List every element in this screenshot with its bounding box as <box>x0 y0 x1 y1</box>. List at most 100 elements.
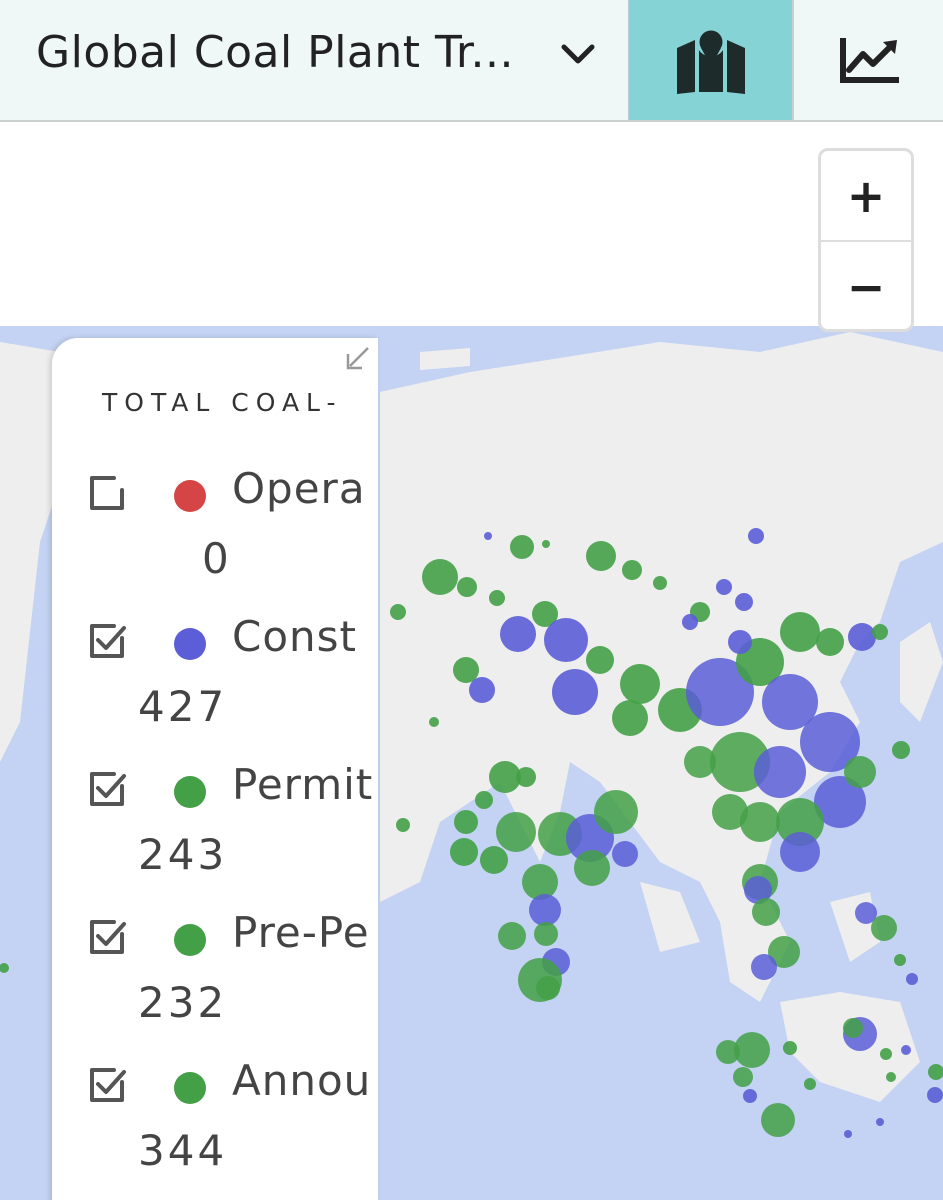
tab-trends[interactable] <box>792 0 943 120</box>
plant-marker[interactable] <box>534 922 558 946</box>
plant-marker[interactable] <box>816 628 844 656</box>
plant-marker[interactable] <box>886 1072 896 1082</box>
plant-marker[interactable] <box>480 846 508 874</box>
legend-count: 243 <box>138 830 228 879</box>
checkbox-checked-icon[interactable] <box>88 918 128 958</box>
plant-marker[interactable] <box>844 1130 852 1138</box>
plant-marker[interactable] <box>876 1118 884 1126</box>
plant-marker[interactable] <box>804 1078 816 1090</box>
zoom-out-button[interactable]: − <box>821 242 911 331</box>
plant-marker[interactable] <box>780 612 820 652</box>
plant-marker[interactable] <box>469 677 495 703</box>
checkbox-unchecked-icon[interactable] <box>88 474 128 514</box>
plant-marker[interactable] <box>586 541 616 571</box>
plant-marker[interactable] <box>743 1089 757 1103</box>
legend-panel: TOTAL COAL- Opera 0 Const 427 Permit 243… <box>52 338 378 1200</box>
map-pin-icon <box>677 27 745 94</box>
plant-marker[interactable] <box>716 579 732 595</box>
plant-marker[interactable] <box>612 841 638 867</box>
plant-marker[interactable] <box>496 812 536 852</box>
plant-marker[interactable] <box>529 894 561 926</box>
plant-marker[interactable] <box>620 664 660 704</box>
legend-count: 427 <box>138 682 228 731</box>
plant-marker[interactable] <box>475 791 493 809</box>
status-dot <box>174 924 206 956</box>
plant-marker[interactable] <box>612 700 648 736</box>
status-dot <box>174 776 206 808</box>
plant-marker[interactable] <box>422 559 458 595</box>
plant-marker[interactable] <box>682 614 698 630</box>
checkbox-checked-icon[interactable] <box>88 770 128 810</box>
plant-marker[interactable] <box>748 528 764 544</box>
legend-item-operating[interactable]: Opera 0 <box>52 464 378 622</box>
plant-marker[interactable] <box>586 646 614 674</box>
plant-marker[interactable] <box>844 756 876 788</box>
plant-marker[interactable] <box>733 1067 753 1087</box>
legend-label: Permit <box>232 760 374 809</box>
plant-marker[interactable] <box>594 790 638 834</box>
status-dot <box>174 1072 206 1104</box>
plant-marker[interactable] <box>450 838 478 866</box>
legend-item-construction[interactable]: Const 427 <box>52 612 378 770</box>
plant-marker[interactable] <box>454 810 478 834</box>
checkbox-checked-icon[interactable] <box>88 1066 128 1106</box>
plant-marker[interactable] <box>894 954 906 966</box>
plant-marker[interactable] <box>754 746 806 798</box>
trend-chart-icon <box>839 38 899 83</box>
plant-marker[interactable] <box>716 1040 740 1064</box>
tracker-select[interactable]: Global Coal Plant Tr... <box>0 0 628 120</box>
plant-marker[interactable] <box>516 767 536 787</box>
legend-label: Pre-Pe <box>232 908 370 957</box>
checkbox-checked-icon[interactable] <box>88 622 128 662</box>
tab-map[interactable] <box>628 0 793 120</box>
legend-item-pre-permit[interactable]: Pre-Pe 232 <box>52 908 378 1066</box>
legend-count: 0 <box>202 534 232 583</box>
plant-marker[interactable] <box>542 540 550 548</box>
plant-marker[interactable] <box>901 1045 911 1055</box>
plant-marker[interactable] <box>457 577 477 597</box>
plant-marker[interactable] <box>552 669 598 715</box>
plant-marker[interactable] <box>653 576 667 590</box>
plant-marker[interactable] <box>751 954 777 980</box>
plant-marker[interactable] <box>484 532 492 540</box>
plant-marker[interactable] <box>684 746 716 778</box>
plant-marker[interactable] <box>761 1103 795 1137</box>
plant-marker[interactable] <box>906 973 918 985</box>
plant-marker[interactable] <box>735 593 753 611</box>
collapse-icon[interactable] <box>344 344 372 372</box>
map-view[interactable]: TOTAL COAL- Opera 0 Const 427 Permit 243… <box>0 122 943 1200</box>
plant-marker[interactable] <box>880 1048 892 1060</box>
legend-label: Opera <box>232 464 366 513</box>
plant-marker[interactable] <box>498 922 526 950</box>
plant-marker[interactable] <box>843 1018 863 1038</box>
plant-marker[interactable] <box>544 618 588 662</box>
plant-marker[interactable] <box>489 590 505 606</box>
legend-item-announced[interactable]: Annou 344 <box>52 1056 378 1200</box>
plant-marker[interactable] <box>396 818 410 832</box>
plant-marker[interactable] <box>752 898 780 926</box>
plant-marker[interactable] <box>429 717 439 727</box>
plant-marker[interactable] <box>390 604 406 620</box>
plant-marker[interactable] <box>780 832 820 872</box>
legend-label: Const <box>232 612 357 661</box>
plant-marker[interactable] <box>871 915 897 941</box>
plant-marker[interactable] <box>927 1087 943 1103</box>
plant-marker[interactable] <box>522 864 558 900</box>
plant-marker[interactable] <box>518 958 562 1002</box>
zoom-in-button[interactable]: + <box>821 151 911 242</box>
plant-marker[interactable] <box>783 1041 797 1055</box>
plant-marker[interactable] <box>622 560 642 580</box>
legend-title: TOTAL COAL- <box>102 388 343 417</box>
plant-marker[interactable] <box>500 616 536 652</box>
legend-item-permitted[interactable]: Permit 243 <box>52 760 378 918</box>
plant-marker[interactable] <box>892 741 910 759</box>
plant-marker[interactable] <box>574 850 610 886</box>
legend-count: 232 <box>138 978 228 1027</box>
plant-marker[interactable] <box>712 794 748 830</box>
plant-marker[interactable] <box>872 624 888 640</box>
status-dot <box>174 480 206 512</box>
chevron-down-icon <box>561 44 595 64</box>
plant-marker[interactable] <box>728 630 752 654</box>
plant-marker[interactable] <box>848 623 876 651</box>
plant-marker[interactable] <box>510 535 534 559</box>
